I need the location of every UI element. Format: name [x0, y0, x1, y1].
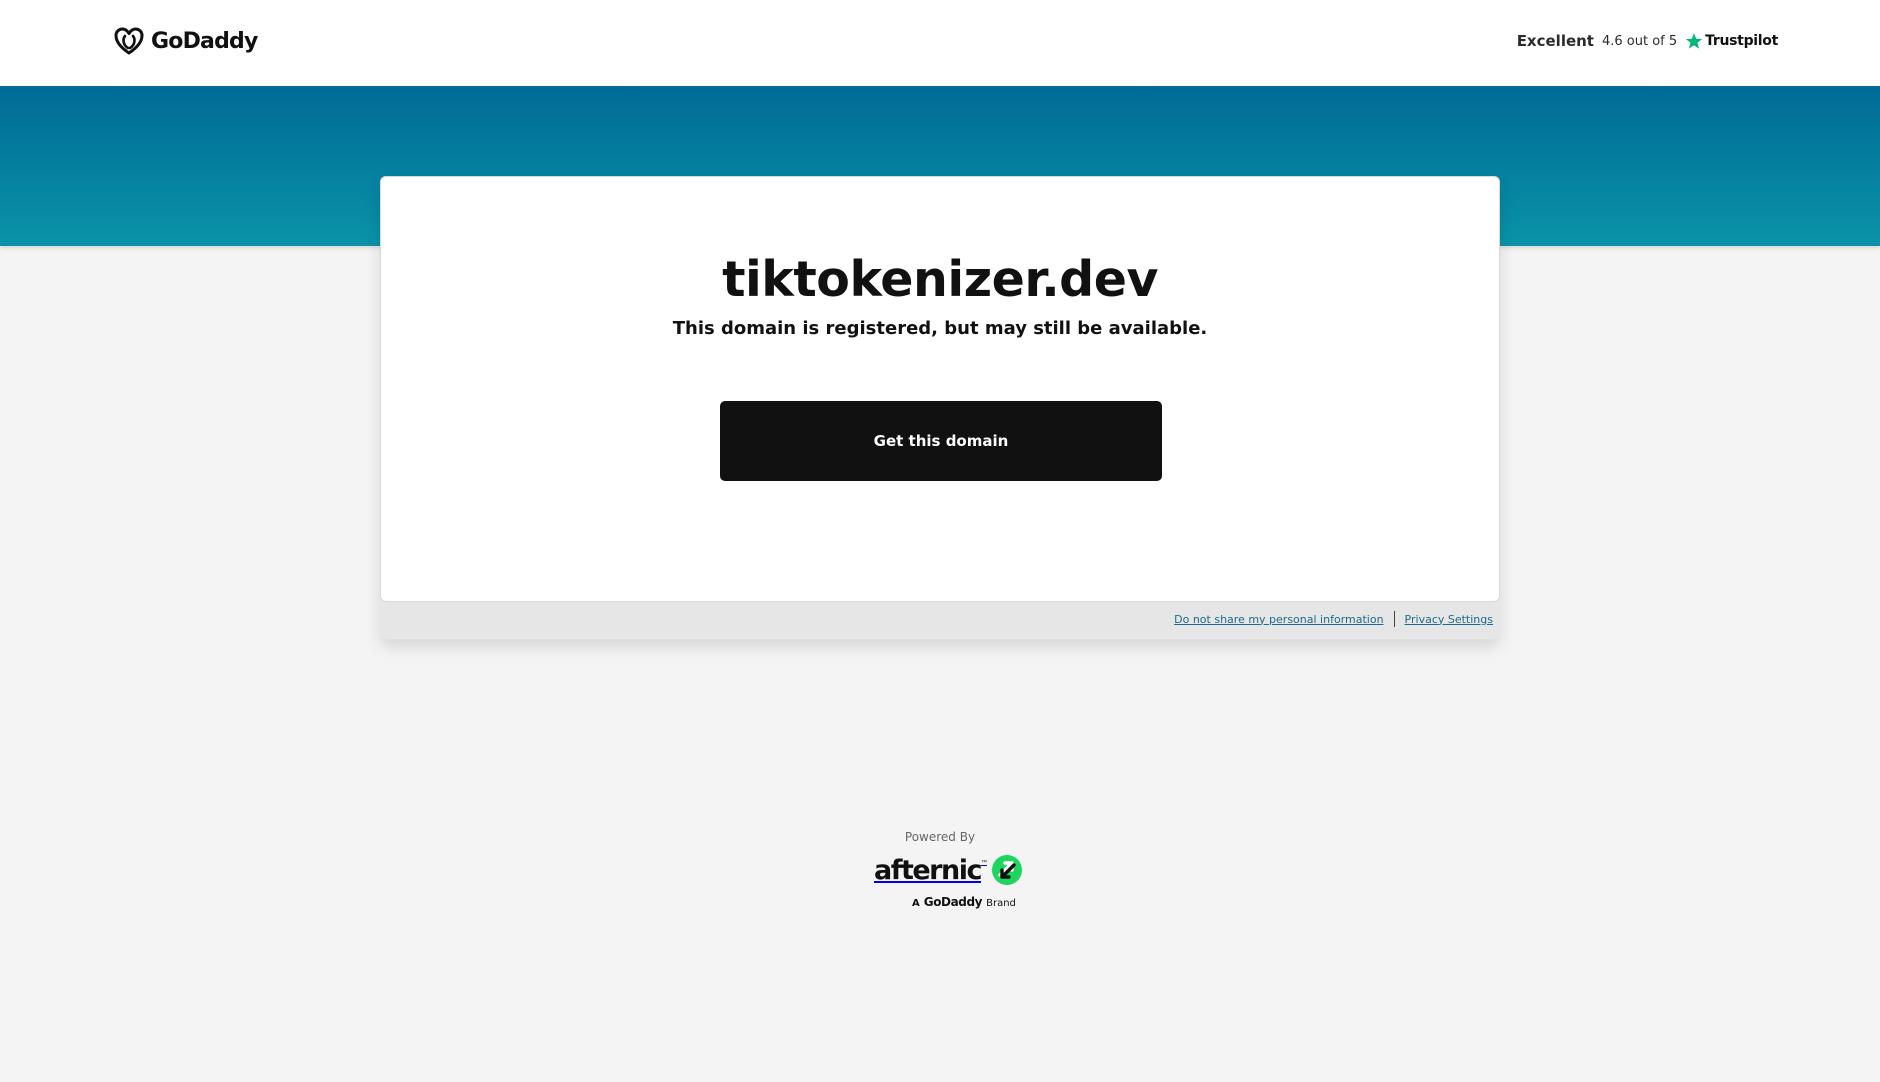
trustpilot-rating[interactable]: Excellent 4.6 out of 5 Trustpilot [1516, 32, 1779, 50]
legal-links: Do not share my personal information Pri… [1174, 611, 1493, 627]
afternic-text: afternic [874, 854, 982, 886]
trust-score: 4.6 out of 5 [1601, 33, 1678, 49]
godaddy-brand-line: A GoDaddy Brand [912, 895, 1016, 909]
brand-suffix: Brand [986, 898, 1016, 909]
header: GoDaddy Excellent 4.6 out of 5 Trustpilo… [0, 0, 1880, 86]
get-domain-button[interactable]: Get this domain [720, 401, 1162, 481]
trustpilot-brand: Trustpilot [1685, 32, 1778, 50]
domain-card: tiktokenizer.dev This domain is register… [380, 176, 1500, 602]
domain-card-container: tiktokenizer.dev This domain is register… [380, 176, 1500, 639]
trustpilot-text: Trustpilot [1705, 33, 1778, 49]
legal-divider [1393, 611, 1395, 627]
privacy-settings-link[interactable]: Privacy Settings [1405, 613, 1493, 626]
powered-by-label: Powered By [904, 830, 976, 844]
godaddy-logo[interactable]: GoDaddy [113, 26, 258, 56]
afternic-logo[interactable]: afternic ™ [874, 854, 1023, 886]
brand-prefix: A [912, 898, 920, 909]
do-not-share-link[interactable]: Do not share my personal information [1174, 613, 1383, 626]
domain-status: This domain is registered, but may still… [672, 318, 1208, 339]
page: GoDaddy Excellent 4.6 out of 5 Trustpilo… [0, 0, 1880, 1082]
godaddy-heart-icon [114, 27, 144, 55]
trademark-mark: ™ [980, 860, 987, 866]
afternic-arrows-icon [991, 855, 1022, 885]
brand-name: GoDaddy [923, 895, 983, 909]
trustpilot-star-icon [1685, 33, 1703, 49]
logo-text: GoDaddy [151, 28, 258, 54]
domain-name: tiktokenizer.dev [722, 251, 1158, 308]
trust-rating-word: Excellent [1516, 32, 1594, 50]
